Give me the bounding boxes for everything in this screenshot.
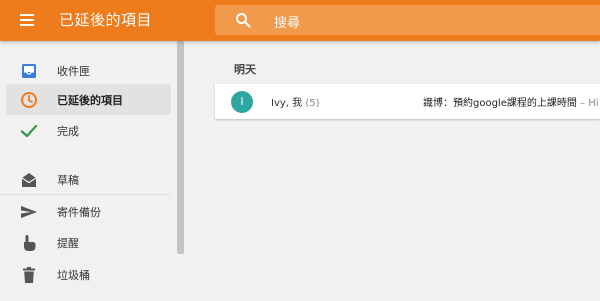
- reminder-icon: [24, 235, 36, 251]
- search-input[interactable]: 搜尋: [215, 5, 600, 35]
- sidebar-item-drafts[interactable]: 草稿: [6, 164, 171, 195]
- email-subject: 識博：預約google課程的上課時間: [423, 98, 577, 109]
- sidebar-scrollbar[interactable]: [177, 41, 184, 254]
- email-list-item[interactable]: I Ivy, 我 (5) 識博：預約google課程的上課時間 – Hi: [215, 84, 600, 119]
- avatar: I: [231, 91, 253, 113]
- email-snippet: – Hi: [576, 98, 599, 109]
- clock-icon: [21, 92, 37, 108]
- sidebar-item-reminders[interactable]: 提醒: [6, 227, 171, 258]
- drafts-icon: [21, 173, 37, 187]
- search-icon: [236, 13, 251, 28]
- sidebar-item-trash[interactable]: 垃圾桶: [6, 259, 171, 290]
- page-title: 已延後的項目: [59, 11, 153, 29]
- sidebar-item-label: 垃圾桶: [57, 269, 90, 282]
- sidebar-item-label: 收件匣: [57, 65, 90, 78]
- email-sender: Ivy, 我 (5): [271, 94, 320, 109]
- trash-icon: [23, 267, 35, 283]
- app-header: 已延後的項目 搜尋: [0, 0, 600, 41]
- sidebar-item-sent[interactable]: 寄件備份: [6, 196, 171, 227]
- inbox-icon: [22, 64, 36, 78]
- sidebar-item-label: 草稿: [57, 174, 79, 187]
- main-content: 明天 I Ivy, 我 (5) 識博：預約google課程的上課時間 – Hi: [186, 41, 600, 301]
- email-subject-line: 識博：預約google課程的上課時間 – Hi: [423, 94, 599, 109]
- sidebar-item-inbox[interactable]: 收件匣: [6, 55, 171, 86]
- sidebar-item-label: 提醒: [57, 237, 79, 250]
- sidebar-item-snoozed[interactable]: 已延後的項目: [6, 84, 171, 115]
- section-header-tomorrow: 明天: [234, 63, 256, 76]
- hamburger-menu-icon[interactable]: [16, 10, 40, 30]
- sidebar-item-label: 完成: [57, 125, 79, 138]
- sidebar: 收件匣 已延後的項目 完成 草稿 寄件備份 提醒 垃圾桶: [0, 41, 176, 301]
- thread-count: (5): [305, 98, 320, 109]
- check-icon: [20, 124, 38, 138]
- search-placeholder: 搜尋: [274, 16, 301, 31]
- sender-names: Ivy, 我: [271, 98, 303, 109]
- sidebar-item-label: 已延後的項目: [57, 94, 123, 107]
- sidebar-item-label: 寄件備份: [57, 206, 101, 219]
- sidebar-item-done[interactable]: 完成: [6, 115, 171, 146]
- send-icon: [21, 206, 37, 218]
